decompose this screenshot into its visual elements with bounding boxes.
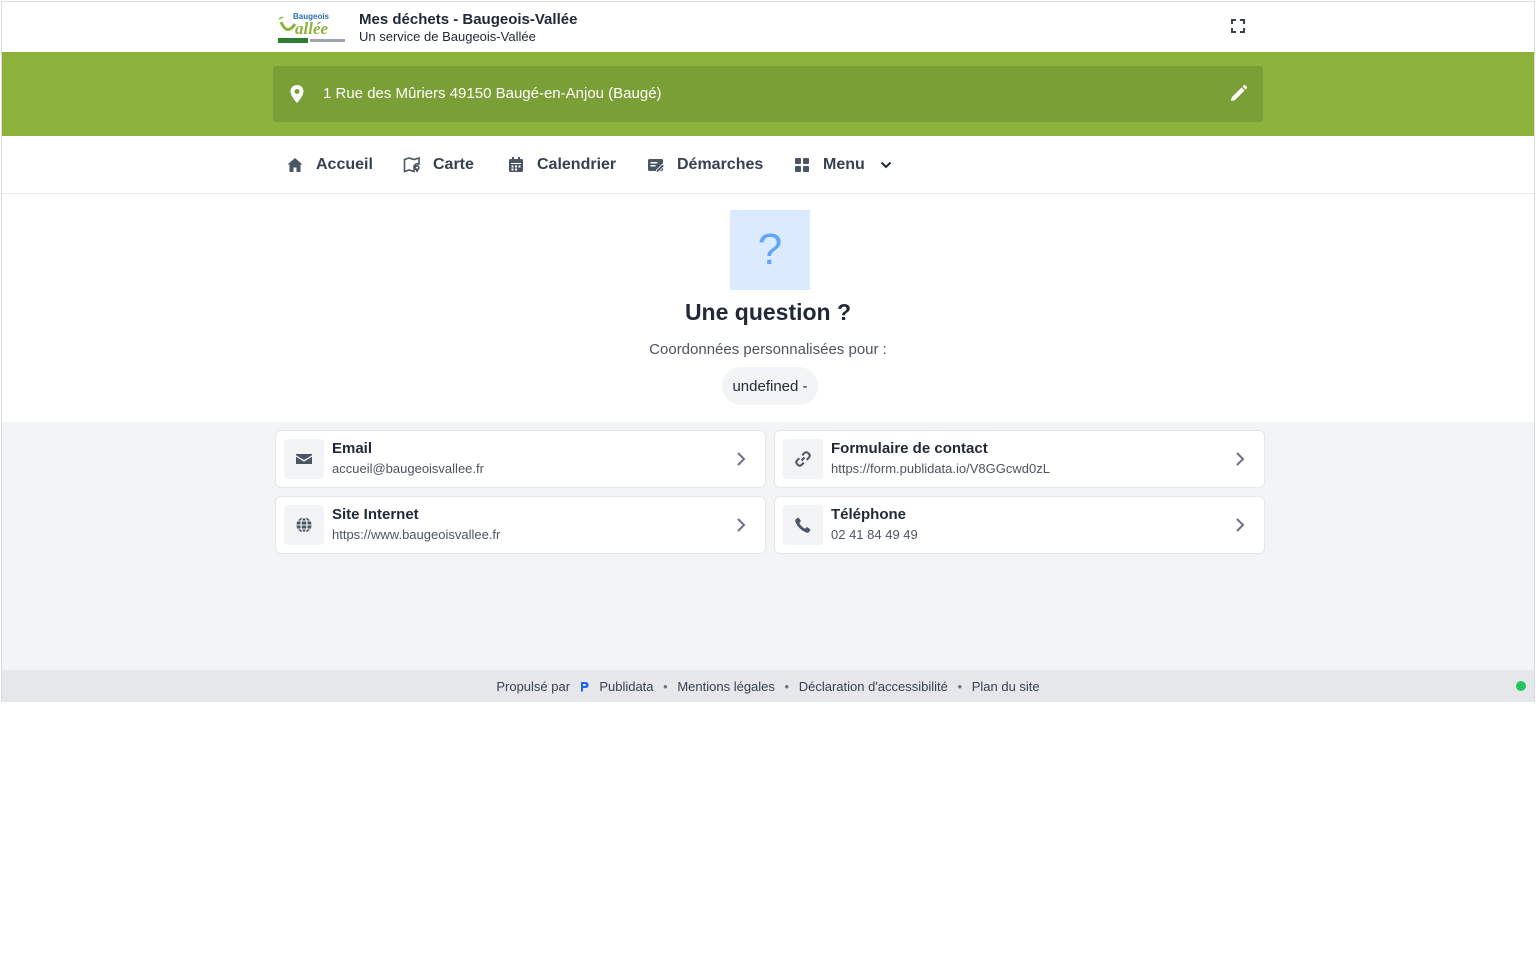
question-mark-icon: ? <box>757 225 783 274</box>
map-icon <box>403 156 420 173</box>
app-frame: Baugeois allée Mes déchets - Baugeois-Va… <box>1 1 1535 702</box>
card-value: https://form.publidata.io/V8GGcwd0zL <box>831 461 1050 476</box>
globe-icon <box>296 516 312 534</box>
card-icon-wrap <box>783 439 823 479</box>
nav-label: Démarches <box>677 156 764 173</box>
separator: • <box>784 679 790 695</box>
main-nav: Accueil Carte Calendrier Démarches Menu <box>2 136 1534 194</box>
envelope-icon <box>296 454 312 464</box>
address-text: 1 Rue des Mûriers 49150 Baugé-en-Anjou (… <box>323 85 662 102</box>
app-subtitle: Un service de Baugeois-Vallée <box>359 29 536 44</box>
svg-text:allée: allée <box>295 19 328 38</box>
separator: • <box>957 679 963 695</box>
card-icon-wrap <box>284 439 324 479</box>
nav-label: Accueil <box>316 156 373 173</box>
powered-by-text: Propulsé par <box>496 679 571 695</box>
top-bar: Baugeois allée Mes déchets - Baugeois-Va… <box>2 2 1534 52</box>
chevron-right-icon <box>737 518 746 532</box>
status-indicator <box>1516 681 1526 691</box>
app-title: Mes déchets - Baugeois-Vallée <box>359 11 578 28</box>
card-title: Email <box>332 440 373 457</box>
card-value: accueil@baugeoisvallee.fr <box>332 461 484 476</box>
nav-label: Menu <box>823 156 865 173</box>
card-value: 02 41 84 49 49 <box>831 527 918 542</box>
contact-card-email[interactable]: Email accueil@baugeoisvallee.fr <box>275 430 766 488</box>
card-title: Téléphone <box>831 506 907 523</box>
fullscreen-icon[interactable] <box>1228 16 1248 36</box>
pencil-icon[interactable] <box>1228 84 1248 104</box>
separator: • <box>663 679 668 695</box>
question-icon-box: ? <box>730 210 810 290</box>
location-chip: undefined - <box>722 367 818 405</box>
phone-icon <box>795 517 811 533</box>
card-title: Formulaire de contact <box>831 440 988 457</box>
page-title: Une question ? <box>684 299 852 325</box>
baugeois-vallee-logo: Baugeois allée <box>278 12 345 43</box>
question-section: ? Une question ? Coordonnées personnalis… <box>2 195 1534 422</box>
nav-label: Carte <box>433 156 474 173</box>
page-subtitle: Coordonnées personnalisées pour : <box>649 341 887 358</box>
footer: Propulsé par Publidata • Mentions légale… <box>2 670 1534 702</box>
edit-form-icon <box>648 159 665 174</box>
contact-card-website[interactable]: Site Internet https://www.baugeoisvallee… <box>275 496 766 554</box>
nav-item-accueil[interactable]: Accueil <box>286 136 373 194</box>
grid-icon <box>795 158 809 172</box>
card-icon-wrap <box>284 505 324 545</box>
contact-card-form[interactable]: Formulaire de contact https://form.publi… <box>774 430 1265 488</box>
link-icon <box>795 451 811 467</box>
card-title: Site Internet <box>332 506 419 523</box>
nav-item-carte[interactable]: Carte <box>403 136 474 194</box>
chevron-right-icon <box>1236 452 1245 466</box>
chevron-right-icon <box>1236 518 1245 532</box>
card-icon-wrap <box>783 505 823 545</box>
nav-item-menu[interactable]: Menu <box>793 136 893 194</box>
publidata-link[interactable]: Publidata <box>599 679 653 694</box>
chevron-right-icon <box>737 452 746 466</box>
nav-item-demarches[interactable]: Démarches <box>647 136 763 194</box>
contact-card-phone[interactable]: Téléphone 02 41 84 49 49 <box>774 496 1265 554</box>
map-pin-icon <box>290 85 304 103</box>
sitemap-link[interactable]: Plan du site <box>972 679 1040 694</box>
card-value: https://www.baugeoisvallee.fr <box>332 527 501 542</box>
contact-cards-area: Email accueil@baugeoisvallee.fr Formulai… <box>2 422 1534 670</box>
accessibility-link[interactable]: Déclaration d'accessibilité <box>799 679 948 694</box>
publidata-logo-icon <box>580 682 589 692</box>
address-selector[interactable]: 1 Rue des Mûriers 49150 Baugé-en-Anjou (… <box>273 66 1263 122</box>
nav-label: Calendrier <box>537 156 617 173</box>
address-band: 1 Rue des Mûriers 49150 Baugé-en-Anjou (… <box>2 52 1534 136</box>
chevron-down-icon <box>880 161 891 169</box>
calendar-icon <box>509 157 523 172</box>
home-icon <box>287 158 303 172</box>
nav-item-calendrier[interactable]: Calendrier <box>507 136 616 194</box>
legal-notice-link[interactable]: Mentions légales <box>677 679 775 694</box>
